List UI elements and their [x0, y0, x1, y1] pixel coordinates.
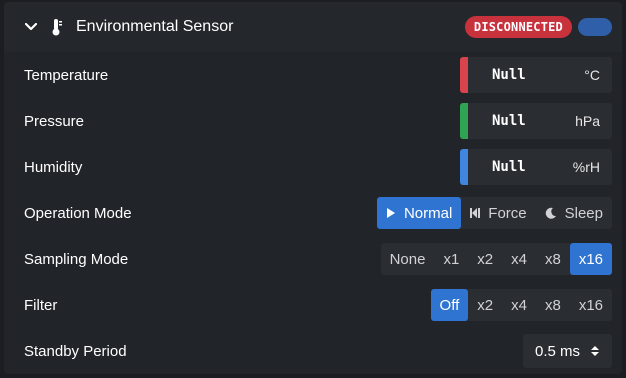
standby-period-row: Standby Period 0.5 ms: [4, 328, 622, 374]
environmental-sensor-panel: Environmental Sensor DISCONNECTED Temper…: [4, 2, 622, 374]
filter-option[interactable]: x4: [502, 289, 536, 321]
reading-unit: %rH: [572, 159, 600, 175]
sampling-mode-selector: None x1 x2 x4 x8 x16: [380, 243, 612, 275]
reading-label: Pressure: [24, 112, 85, 130]
operation-mode-force-label: Force: [488, 204, 527, 222]
reading-value-box: Null °C: [460, 57, 612, 93]
reading-value: Null: [492, 113, 526, 129]
reading-row: Temperature Null °C: [4, 52, 622, 98]
reading-label: Humidity: [24, 158, 83, 176]
select-arrows-icon: [590, 345, 600, 357]
operation-mode-normal-label: Normal: [403, 204, 453, 222]
moon-icon: [545, 207, 557, 219]
reading-value: Null: [492, 159, 526, 175]
filter-label: Filter: [24, 296, 58, 314]
reading-label: Temperature: [24, 66, 109, 84]
standby-period-select[interactable]: 0.5 ms: [522, 334, 612, 368]
reading-value-box: Null %rH: [460, 149, 612, 185]
chevron-down-icon[interactable]: [24, 20, 38, 34]
operation-mode-sleep-label: Sleep: [564, 204, 603, 222]
operation-mode-label: Operation Mode: [24, 204, 132, 222]
filter-row: Filter Off x2 x4 x8 x16: [4, 282, 622, 328]
filter-option[interactable]: Off: [430, 289, 469, 321]
sampling-mode-option[interactable]: x2: [468, 243, 502, 275]
standby-period-label: Standby Period: [24, 342, 127, 360]
reading-row: Pressure Null hPa: [4, 98, 622, 144]
connection-toggle[interactable]: [578, 18, 612, 36]
operation-mode-normal[interactable]: Normal: [376, 197, 462, 229]
filter-selector: Off x2 x4 x8 x16: [430, 289, 612, 321]
panel-title: Environmental Sensor: [76, 18, 234, 35]
operation-mode-sleep[interactable]: Sleep: [536, 197, 612, 229]
play-icon: [386, 208, 396, 218]
sampling-mode-option[interactable]: x1: [434, 243, 468, 275]
filter-option[interactable]: x16: [570, 289, 612, 321]
standby-period-value: 0.5 ms: [534, 342, 580, 360]
reading-unit: °C: [584, 67, 600, 83]
operation-mode-force[interactable]: Force: [461, 197, 535, 229]
reading-unit: hPa: [575, 113, 600, 129]
sampling-mode-option[interactable]: x8: [536, 243, 570, 275]
sampling-mode-row: Sampling Mode None x1 x2 x4 x8 x16: [4, 236, 622, 282]
sampling-mode-option[interactable]: None: [381, 243, 435, 275]
reading-color-bar: [460, 103, 468, 139]
sampling-mode-option[interactable]: x16: [569, 243, 612, 275]
filter-option[interactable]: x2: [468, 289, 502, 321]
filter-option[interactable]: x8: [536, 289, 570, 321]
operation-mode-row: Operation Mode Normal Force Sleep: [4, 190, 622, 236]
reading-color-bar: [460, 149, 468, 185]
reading-value: Null: [492, 67, 526, 83]
sampling-mode-option[interactable]: x4: [502, 243, 536, 275]
status-badge: DISCONNECTED: [464, 16, 572, 38]
operation-mode-selector: Normal Force Sleep: [376, 197, 612, 229]
step-icon: [470, 208, 481, 218]
reading-row: Humidity Null %rH: [4, 144, 622, 190]
reading-color-bar: [460, 57, 468, 93]
thermometer-icon: [50, 18, 64, 36]
sampling-mode-label: Sampling Mode: [24, 250, 129, 268]
reading-value-box: Null hPa: [460, 103, 612, 139]
panel-header[interactable]: Environmental Sensor DISCONNECTED: [4, 2, 622, 52]
